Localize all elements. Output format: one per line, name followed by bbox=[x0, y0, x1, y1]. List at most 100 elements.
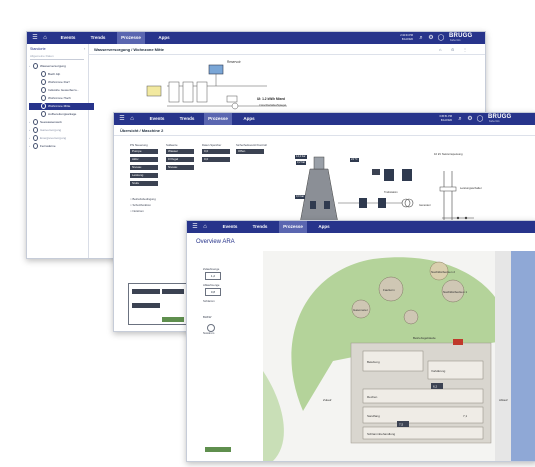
breadcrumb: Wasserversorgung / Wohnzone Mitte bbox=[94, 47, 165, 52]
settings-icon[interactable]: ⚙ bbox=[427, 34, 435, 42]
transformer-label: Trafostation bbox=[384, 190, 398, 194]
sidebar-item[interactable]: Wohnzone Dorf bbox=[29, 79, 94, 86]
user-avatar-icon[interactable]: ◯ bbox=[476, 115, 484, 123]
hamburger-menu-icon[interactable]: ☰ bbox=[31, 34, 39, 42]
reading-2: 3,2 bar bbox=[296, 161, 307, 165]
hamburger-menu-icon[interactable]: ☰ bbox=[118, 115, 126, 123]
sidebar-item[interactable]: › Seewasserwerk bbox=[29, 119, 86, 126]
valve-1 bbox=[231, 102, 239, 110]
control-panel bbox=[146, 85, 162, 97]
divider bbox=[114, 135, 535, 136]
breadcrumb: Übersicht / Maschine 2 bbox=[120, 128, 164, 133]
pump-2 bbox=[182, 81, 194, 103]
left-panel-value: 1,2 bbox=[205, 272, 221, 280]
nav-prozesse[interactable]: Prozesse bbox=[204, 113, 232, 125]
parameter-field[interactable]: Stufe bbox=[130, 181, 158, 186]
sidebar-item-label: Wohnzone Mitte bbox=[48, 104, 71, 108]
group-title: Phi Steuerung bbox=[130, 143, 148, 147]
option-radio[interactable]: ○ Betriebsbedingung bbox=[130, 197, 156, 201]
sidebar-item[interactable]: Aufbereitungsanlage bbox=[29, 111, 94, 118]
nav-events[interactable]: Events bbox=[55, 32, 81, 44]
pump-1 bbox=[168, 81, 180, 103]
home-icon[interactable]: ⌂ bbox=[128, 115, 136, 123]
sidebar-item[interactable]: Industrie Gewerbezo... bbox=[29, 87, 94, 94]
parameter-field[interactable]: Niveau bbox=[130, 165, 158, 170]
parameter-field[interactable]: Wasser bbox=[166, 149, 194, 154]
pin-icon[interactable]: ⊙ bbox=[451, 47, 454, 52]
parameter-field[interactable]: Niveau bbox=[166, 165, 194, 170]
pump-3 bbox=[196, 81, 208, 103]
label-vorklaerung: Vorklärung bbox=[431, 369, 446, 373]
water-drop-icon bbox=[41, 103, 46, 110]
tank-small bbox=[403, 309, 419, 325]
sidebar-collapse-icon[interactable]: ‹ bbox=[84, 46, 85, 51]
lower-field-2[interactable] bbox=[162, 289, 184, 294]
left-panel-label: BHKW bbox=[203, 315, 212, 319]
user-avatar-icon[interactable]: ◯ bbox=[437, 34, 445, 42]
lower-field-1[interactable] bbox=[132, 289, 160, 294]
sidebar-item[interactable]: › Gasversorgung bbox=[29, 127, 86, 134]
nav-trends[interactable]: Trends bbox=[247, 221, 273, 233]
sidebar-item-label: Bach Alp bbox=[48, 72, 61, 76]
search-icon[interactable]: ⌕ bbox=[417, 34, 425, 42]
road bbox=[495, 251, 511, 461]
switchgear bbox=[439, 186, 457, 192]
label-sandfang: Sandfang bbox=[367, 414, 380, 418]
water-drop-icon bbox=[33, 119, 38, 126]
sidebar: Standorte ‹ Allgemeine Daten › Wasservers… bbox=[27, 44, 94, 258]
lower-field-status[interactable] bbox=[162, 317, 184, 322]
option-radio[interactable]: ○ Schutzfunktion bbox=[130, 203, 151, 207]
nav-prozesse[interactable]: Prozesse bbox=[279, 221, 307, 233]
hamburger-menu-icon[interactable]: ☰ bbox=[191, 223, 199, 231]
parameter-field[interactable]: 0 Pegel bbox=[166, 157, 194, 162]
sidebar-item[interactable]: › Wasserversorgung bbox=[29, 63, 86, 70]
sidebar-item-label: Wasserversorgung bbox=[40, 64, 66, 68]
home-icon[interactable]: ⌂ bbox=[201, 223, 209, 231]
sensor-1 bbox=[310, 201, 316, 209]
more-icon[interactable]: ⋮ bbox=[463, 47, 467, 52]
sidebar-item[interactable]: Wohnzone Mitte bbox=[29, 103, 94, 110]
parameter-field[interactable]: Aktiv bbox=[130, 157, 158, 162]
pump-info-sub: 3 Hochbehälter/Spiegel bbox=[259, 103, 286, 107]
nav-trends[interactable]: Trends bbox=[174, 113, 200, 125]
parameter-field[interactable]: Leistung bbox=[130, 173, 158, 178]
option-label: Schutzfunktion bbox=[132, 203, 151, 207]
window-overview-ara: ☰ ⌂ Events Trends Prozesse Apps Overview… bbox=[186, 220, 535, 462]
nav-apps[interactable]: Apps bbox=[311, 221, 337, 233]
nav-apps[interactable]: Apps bbox=[236, 113, 262, 125]
home-icon[interactable]: ⌂ bbox=[41, 34, 49, 42]
valve-block-2 bbox=[378, 198, 386, 208]
top-navigation-bar: ☰ ⌂ Events Trends Prozesse Apps 2:42:04 … bbox=[27, 32, 485, 44]
label-zulauf: Zulauf bbox=[323, 398, 332, 402]
generator-label: Generator bbox=[419, 203, 431, 207]
indicator-2 bbox=[402, 169, 412, 181]
home-small-icon[interactable]: ⌂ bbox=[439, 47, 441, 52]
sidebar-filter[interactable]: Allgemeine Daten bbox=[30, 54, 84, 60]
sidebar-item[interactable]: › Fernwärme bbox=[29, 143, 86, 150]
option-radio[interactable]: ○ Notstrom bbox=[130, 209, 144, 213]
nav-apps[interactable]: Apps bbox=[151, 32, 177, 44]
map-value-2: 6,2 bbox=[433, 385, 438, 389]
group-title: Daten Speicher bbox=[202, 143, 222, 147]
parameter-field[interactable]: 0,0 bbox=[202, 157, 230, 162]
water-drop-icon bbox=[41, 71, 46, 78]
ara-site-map: Faulturm Nachklärbecken 1 Nachklärbecken… bbox=[263, 251, 535, 461]
left-panel-label: Ablaufmenge bbox=[203, 283, 220, 287]
water-drop-icon bbox=[41, 87, 46, 94]
lower-field-3[interactable] bbox=[132, 303, 160, 308]
sidebar-item-label: Aufbereitungsanlage bbox=[48, 112, 77, 116]
water-drop-icon bbox=[33, 143, 38, 150]
nav-prozesse[interactable]: Prozesse bbox=[117, 32, 145, 44]
parameter-field[interactable]: 0,0 bbox=[202, 149, 230, 154]
nav-events[interactable]: Events bbox=[217, 221, 243, 233]
sidebar-item[interactable]: Wohnzone Hoch bbox=[29, 95, 94, 102]
parameter-field[interactable]: Offen bbox=[236, 149, 264, 154]
nav-events[interactable]: Events bbox=[144, 113, 170, 125]
sidebar-item[interactable]: › Energieversorgung bbox=[29, 135, 86, 142]
settings-icon[interactable]: ⚙ bbox=[466, 115, 474, 123]
nav-trends[interactable]: Trends bbox=[85, 32, 111, 44]
sidebar-item[interactable]: Bach Alp bbox=[29, 71, 94, 78]
search-icon[interactable]: ⌕ bbox=[456, 115, 464, 123]
page-title: Overview ARA bbox=[196, 239, 235, 245]
parameter-field[interactable]: Pumpe bbox=[130, 149, 158, 154]
